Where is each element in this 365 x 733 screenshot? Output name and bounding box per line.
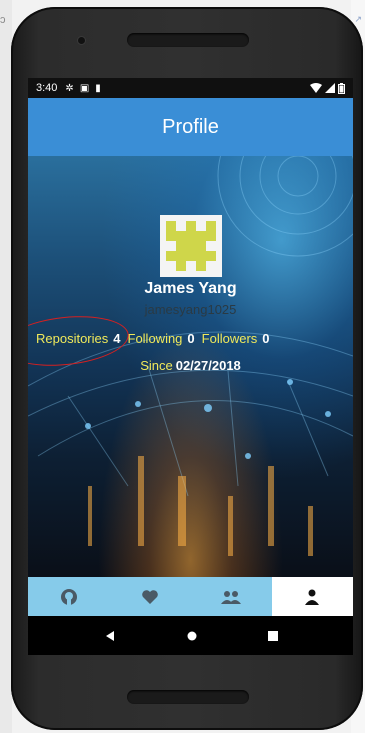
home-icon[interactable] xyxy=(187,631,197,641)
profile-name: James Yang xyxy=(144,280,237,297)
avatar xyxy=(160,215,222,277)
bottom-speaker xyxy=(127,690,249,704)
tab-people[interactable] xyxy=(190,577,272,616)
since-date: 02/27/2018 xyxy=(175,358,241,373)
people-icon xyxy=(221,590,242,604)
overview-icon[interactable] xyxy=(267,630,278,641)
front-camera xyxy=(78,37,85,44)
person-icon xyxy=(305,589,320,605)
notification-icon: ▣ xyxy=(79,82,90,94)
phone-screen: 3:40 ✲ ▣ ▮ Profile James Yang jamesyang1… xyxy=(28,78,353,655)
back-icon[interactable] xyxy=(104,630,116,642)
edge-fragment: ɔ xyxy=(0,14,6,26)
bottom-nav xyxy=(28,577,353,616)
following-label[interactable]: Following xyxy=(128,331,183,346)
following-count[interactable]: 0 xyxy=(187,331,194,346)
tab-github[interactable] xyxy=(28,577,110,616)
since-label: Since xyxy=(140,358,173,373)
status-time: 3:40 xyxy=(36,82,58,94)
profile-login: jamesyang1025 xyxy=(144,302,237,317)
status-bar: 3:40 ✲ ▣ ▮ xyxy=(28,78,353,98)
settings-gear-icon: ✲ xyxy=(65,82,74,94)
battery-icon xyxy=(338,82,345,94)
tab-profile[interactable] xyxy=(271,577,353,616)
github-icon xyxy=(60,588,77,605)
followers-label[interactable]: Followers xyxy=(202,331,258,346)
identicon-icon xyxy=(166,221,216,271)
tab-favorites[interactable] xyxy=(109,577,191,616)
system-navigation-bar xyxy=(28,616,353,655)
followers-count[interactable]: 0 xyxy=(262,331,269,346)
page-title: Profile xyxy=(162,115,219,138)
profile-content: James Yang jamesyang1025 Repositories 4 Fo… xyxy=(28,156,353,577)
edge-corner-mark: ↗ xyxy=(354,14,362,24)
top-speaker xyxy=(127,33,249,47)
sd-card-icon: ▮ xyxy=(95,82,101,94)
signal-icon xyxy=(325,83,335,93)
app-bar: Profile xyxy=(28,98,353,156)
heart-icon xyxy=(142,589,158,604)
wifi-icon xyxy=(310,83,322,93)
